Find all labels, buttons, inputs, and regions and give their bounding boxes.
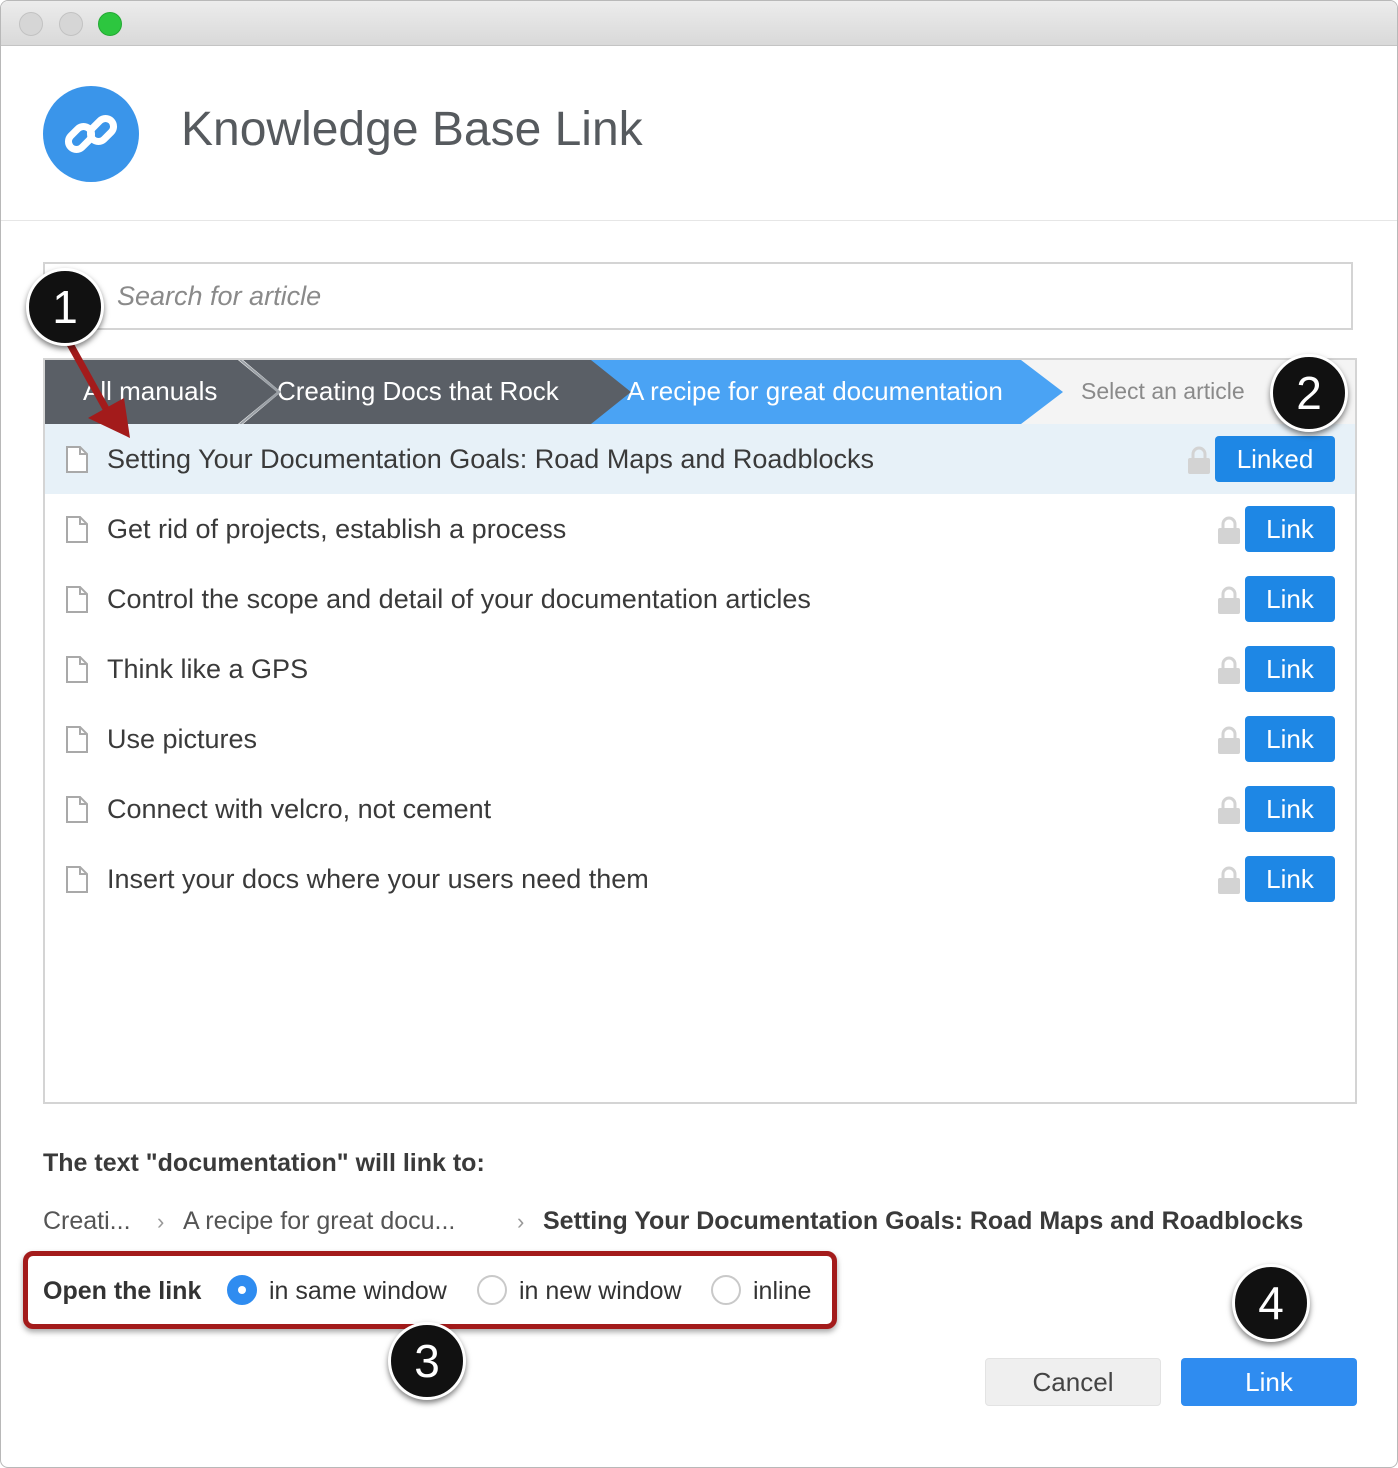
lock-icon[interactable]	[1187, 445, 1211, 475]
knowledge-base-link-dialog: Knowledge Base Link All manuals Creating…	[0, 0, 1398, 1468]
open-link-highlight-box	[23, 1251, 837, 1329]
article-title: Insert your docs where your users need t…	[107, 864, 649, 894]
lock-icon[interactable]	[1217, 515, 1241, 545]
path-segment: Creati...	[43, 1207, 131, 1235]
article-title: Get rid of projects, establish a process	[107, 514, 567, 544]
link-article-button[interactable]: Link	[1245, 506, 1335, 552]
breadcrumb: All manuals Creating Docs that Rock A re…	[45, 360, 1355, 424]
close-window-button[interactable]	[19, 12, 43, 36]
link-article-button[interactable]: Link	[1245, 576, 1335, 622]
article-row[interactable]: Insert your docs where your users need t…	[45, 844, 1355, 914]
article-browser: All manuals Creating Docs that Rock A re…	[43, 358, 1357, 1104]
document-icon	[66, 656, 88, 683]
lock-icon[interactable]	[1217, 725, 1241, 755]
link-target-heading: The text "documentation" will link to:	[43, 1149, 485, 1177]
link-article-button[interactable]: Link	[1245, 646, 1335, 692]
document-icon	[66, 586, 88, 613]
article-search-box[interactable]	[43, 262, 1353, 330]
article-list: Setting Your Documentation Goals: Road M…	[45, 424, 1355, 914]
callout-3: 3	[388, 1322, 466, 1400]
document-icon	[66, 726, 88, 753]
article-title: Setting Your Documentation Goals: Road M…	[107, 444, 874, 474]
breadcrumb-recipe[interactable]: A recipe for great documentation	[591, 360, 1063, 424]
link-target-path: Creati... › A recipe for great docu... ›…	[43, 1207, 1357, 1241]
link-article-button[interactable]: Link	[1245, 716, 1335, 762]
article-row[interactable]: Think like a GPS Link	[45, 634, 1355, 704]
document-icon	[66, 796, 88, 823]
link-article-button[interactable]: Link	[1245, 786, 1335, 832]
lock-icon[interactable]	[1217, 585, 1241, 615]
link-button[interactable]: Link	[1181, 1358, 1357, 1406]
article-title: Connect with velcro, not cement	[107, 794, 492, 824]
article-row[interactable]: Setting Your Documentation Goals: Road M…	[45, 424, 1355, 494]
article-row[interactable]: Use pictures Link	[45, 704, 1355, 774]
breadcrumb-creating-docs[interactable]: Creating Docs that Rock	[243, 360, 635, 424]
chevron-right-icon: ›	[157, 1209, 165, 1234]
zoom-window-button[interactable]	[98, 12, 122, 36]
lock-icon[interactable]	[1217, 655, 1241, 685]
dialog-title: Knowledge Base Link	[181, 103, 643, 156]
breadcrumb-select-article: Select an article	[1081, 378, 1245, 404]
document-icon	[66, 446, 88, 473]
callout-4: 4	[1232, 1264, 1310, 1342]
cancel-button[interactable]: Cancel	[985, 1358, 1161, 1406]
document-icon	[66, 866, 88, 893]
lock-icon[interactable]	[1217, 865, 1241, 895]
chevron-right-icon: ›	[517, 1209, 525, 1234]
minimize-window-button[interactable]	[59, 12, 83, 36]
article-row[interactable]: Control the scope and detail of your doc…	[45, 564, 1355, 634]
article-title: Use pictures	[107, 724, 258, 754]
search-input[interactable]	[45, 264, 1351, 328]
article-row[interactable]: Get rid of projects, establish a process…	[45, 494, 1355, 564]
lock-icon[interactable]	[1217, 795, 1241, 825]
article-row[interactable]: Connect with velcro, not cement Link	[45, 774, 1355, 844]
document-icon	[66, 516, 88, 543]
callout-1: 1	[26, 268, 104, 346]
path-current-article: Setting Your Documentation Goals: Road M…	[543, 1207, 1304, 1235]
window-titlebar	[1, 1, 1397, 46]
callout-2: 2	[1270, 354, 1348, 432]
article-title: Think like a GPS	[107, 654, 309, 684]
article-title: Control the scope and detail of your doc…	[107, 584, 811, 614]
link-chain-icon	[43, 86, 139, 182]
path-segment: A recipe for great docu...	[183, 1207, 456, 1235]
dialog-header: Knowledge Base Link	[1, 46, 1397, 221]
linked-button[interactable]: Linked	[1215, 436, 1335, 482]
link-article-button[interactable]: Link	[1245, 856, 1335, 902]
